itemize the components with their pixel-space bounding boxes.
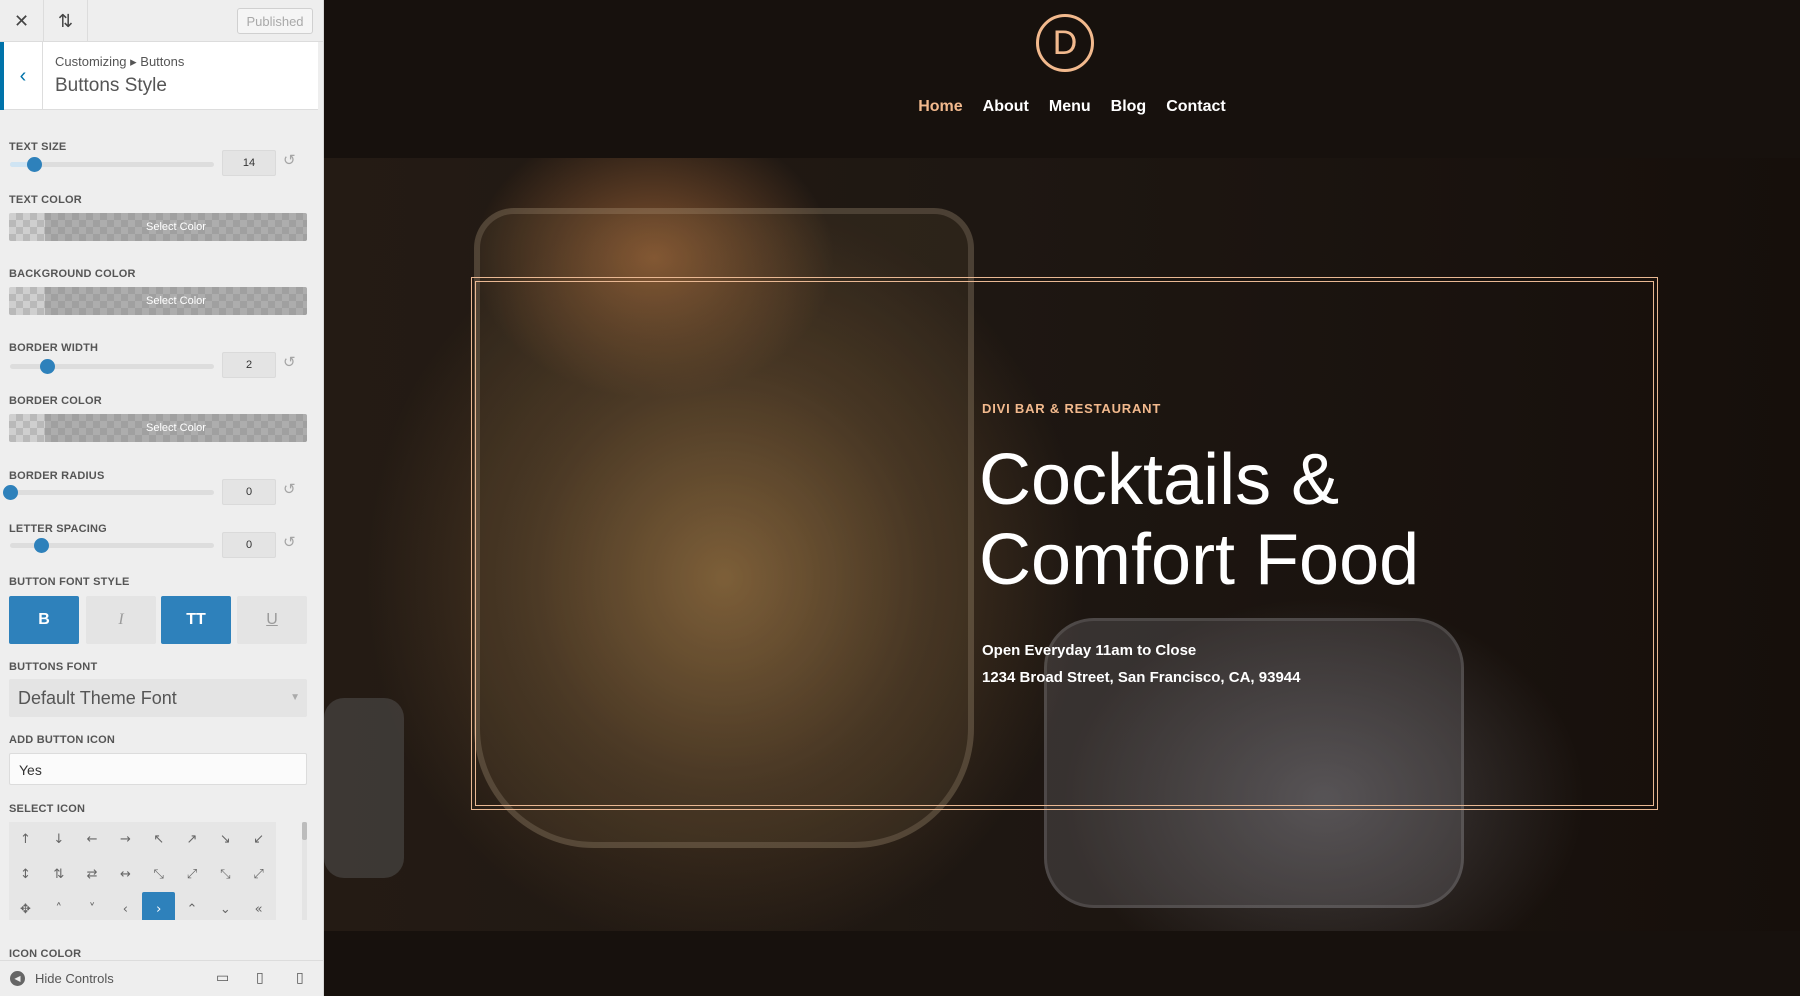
select-color-label: Select Color	[146, 221, 206, 233]
icon-color-label: ICON COLOR	[9, 948, 82, 960]
background-color-picker[interactable]: Select Color	[9, 287, 307, 315]
icon-grid: ↑ ↓ ← → ↖ ↗ ↘ ↙ ↕ ⇅ ⇄ ↔ ⤡ ⤢ ⤡ ⤢ ✥ ˄ ˅ ‹ › ⌃ ⌄ «	[9, 822, 276, 920]
customizer-sidebar: ✕ ⇅ Published ‹ Customizing ▸ Buttons Bu…	[0, 0, 324, 996]
bold-toggle[interactable]: B	[9, 596, 79, 644]
hero-kicker: DIVI BAR & RESTAURANT	[982, 401, 1162, 416]
ice-image-left	[324, 698, 404, 878]
desktop-icon[interactable]: ▭	[216, 970, 234, 986]
add-button-icon-select[interactable]: Yes	[9, 753, 307, 785]
site-preview: D Home About Menu Blog Contact DIVI BAR & RE…	[324, 0, 1800, 996]
underline-toggle[interactable]: U	[237, 596, 307, 644]
slider-knob[interactable]	[3, 485, 18, 500]
icon-option[interactable]: ⤡	[142, 857, 175, 892]
border-width-label: BORDER WIDTH	[9, 342, 99, 354]
breadcrumb: Customizing ▸ Buttons	[55, 54, 185, 69]
letter-spacing-input[interactable]: 0	[222, 532, 276, 558]
buttons-font-value: Default Theme Font	[18, 688, 177, 708]
icon-option[interactable]: ↓	[42, 822, 75, 857]
slider-knob[interactable]	[33, 538, 49, 553]
select-icon-label: SELECT ICON	[9, 803, 86, 815]
slider-knob[interactable]	[39, 359, 55, 374]
scrollbar-thumb[interactable]	[302, 822, 307, 840]
icon-option[interactable]: ↗	[176, 822, 209, 857]
border-color-label: BORDER COLOR	[9, 395, 102, 407]
nav-link-about[interactable]: About	[983, 98, 1029, 116]
hero-hours: Open Everyday 11am to Close	[982, 642, 1197, 659]
icon-option[interactable]: ‹	[109, 892, 142, 920]
reset-icon[interactable]: ↺	[283, 533, 296, 551]
chevron-down-icon: ▼	[290, 692, 300, 703]
nav-link-home[interactable]: Home	[918, 98, 962, 116]
icon-option[interactable]: ⤢	[176, 857, 209, 892]
text-size-label: TEXT SIZE	[9, 141, 67, 153]
close-icon[interactable]: ✕	[0, 0, 44, 42]
reset-icon[interactable]: ↺	[283, 480, 296, 498]
icon-option[interactable]: ↔	[109, 857, 142, 892]
hide-controls-label: Hide Controls	[35, 971, 114, 986]
nav-link-contact[interactable]: Contact	[1166, 98, 1226, 116]
tablet-icon[interactable]: ▯	[256, 970, 274, 986]
select-color-label: Select Color	[146, 295, 206, 307]
icon-option[interactable]: ↕	[9, 857, 42, 892]
background-color-label: BACKGROUND COLOR	[9, 268, 136, 280]
reset-icon[interactable]: ↺	[283, 353, 296, 371]
slider-knob[interactable]	[27, 157, 43, 172]
select-color-label: Select Color	[146, 422, 206, 434]
button-font-style-label: BUTTON FONT STYLE	[9, 576, 130, 588]
icon-option[interactable]: «	[242, 892, 275, 920]
icon-option[interactable]: ˅	[76, 892, 109, 920]
reset-icon[interactable]: ↺	[283, 151, 296, 169]
icon-option[interactable]: ↙	[242, 822, 275, 857]
nav-link-menu[interactable]: Menu	[1049, 98, 1091, 116]
back-chevron-icon[interactable]: ‹	[0, 42, 43, 110]
site-logo[interactable]: D	[1036, 14, 1094, 72]
icon-grid-scrollbar[interactable]	[302, 822, 307, 920]
hero-address: 1234 Broad Street, San Francisco, CA, 93…	[982, 669, 1301, 686]
add-button-icon-label: ADD BUTTON ICON	[9, 734, 116, 746]
icon-option[interactable]: →	[109, 822, 142, 857]
icon-option[interactable]: ↘	[209, 822, 242, 857]
customizer-footer: ◀ Hide Controls ▭ ▯ ▯	[0, 960, 323, 996]
hero-headline: Cocktails & Comfort Food	[979, 440, 1420, 600]
icon-option[interactable]: ⇄	[76, 857, 109, 892]
text-color-picker[interactable]: Select Color	[9, 213, 307, 241]
icon-option[interactable]: ←	[76, 822, 109, 857]
buttons-font-label: BUTTONS FONT	[9, 661, 98, 673]
border-radius-label: BORDER RADIUS	[9, 470, 105, 482]
customizer-topbar: ✕ ⇅ Published	[0, 0, 323, 42]
phone-icon[interactable]: ▯	[296, 970, 314, 986]
published-button[interactable]: Published	[237, 8, 313, 34]
icon-option[interactable]: ✥	[9, 892, 42, 920]
icon-option[interactable]: ↑	[9, 822, 42, 857]
icon-option[interactable]: ˄	[42, 892, 75, 920]
letter-spacing-slider[interactable]	[10, 538, 214, 553]
text-size-slider[interactable]	[10, 157, 214, 172]
text-color-label: TEXT COLOR	[9, 194, 82, 206]
letter-spacing-label: LETTER SPACING	[9, 523, 107, 535]
hero-section: DIVI BAR & RESTAURANT Cocktails & Comfor…	[324, 158, 1800, 931]
section-title: Buttons Style	[55, 75, 167, 96]
italic-toggle[interactable]: I	[86, 596, 156, 644]
text-size-input[interactable]: 14	[222, 150, 276, 176]
icon-option[interactable]: ›	[142, 892, 176, 920]
icon-option[interactable]: ↖	[142, 822, 175, 857]
icon-option[interactable]: ⤢	[242, 857, 275, 892]
uppercase-toggle[interactable]: TT	[161, 596, 231, 644]
icon-option[interactable]: ⌃	[176, 892, 209, 920]
border-width-slider[interactable]	[10, 359, 214, 374]
reorder-icon[interactable]: ⇅	[44, 0, 88, 42]
main-nav: Home About Menu Blog Contact	[324, 98, 1800, 116]
hide-controls-button[interactable]: ◀ Hide Controls	[10, 971, 114, 986]
collapse-icon: ◀	[10, 971, 25, 986]
border-radius-input[interactable]: 0	[222, 479, 276, 505]
icon-option[interactable]: ⇅	[42, 857, 75, 892]
nav-link-blog[interactable]: Blog	[1111, 98, 1147, 116]
buttons-font-select[interactable]: Default Theme Font ▼	[9, 679, 307, 717]
icon-option[interactable]: ⌄	[209, 892, 242, 920]
border-radius-slider[interactable]	[3, 485, 214, 500]
border-width-input[interactable]: 2	[222, 352, 276, 378]
border-color-picker[interactable]: Select Color	[9, 414, 307, 442]
section-header: ‹ Customizing ▸ Buttons Buttons Style	[0, 42, 318, 110]
icon-option[interactable]: ⤡	[209, 857, 242, 892]
